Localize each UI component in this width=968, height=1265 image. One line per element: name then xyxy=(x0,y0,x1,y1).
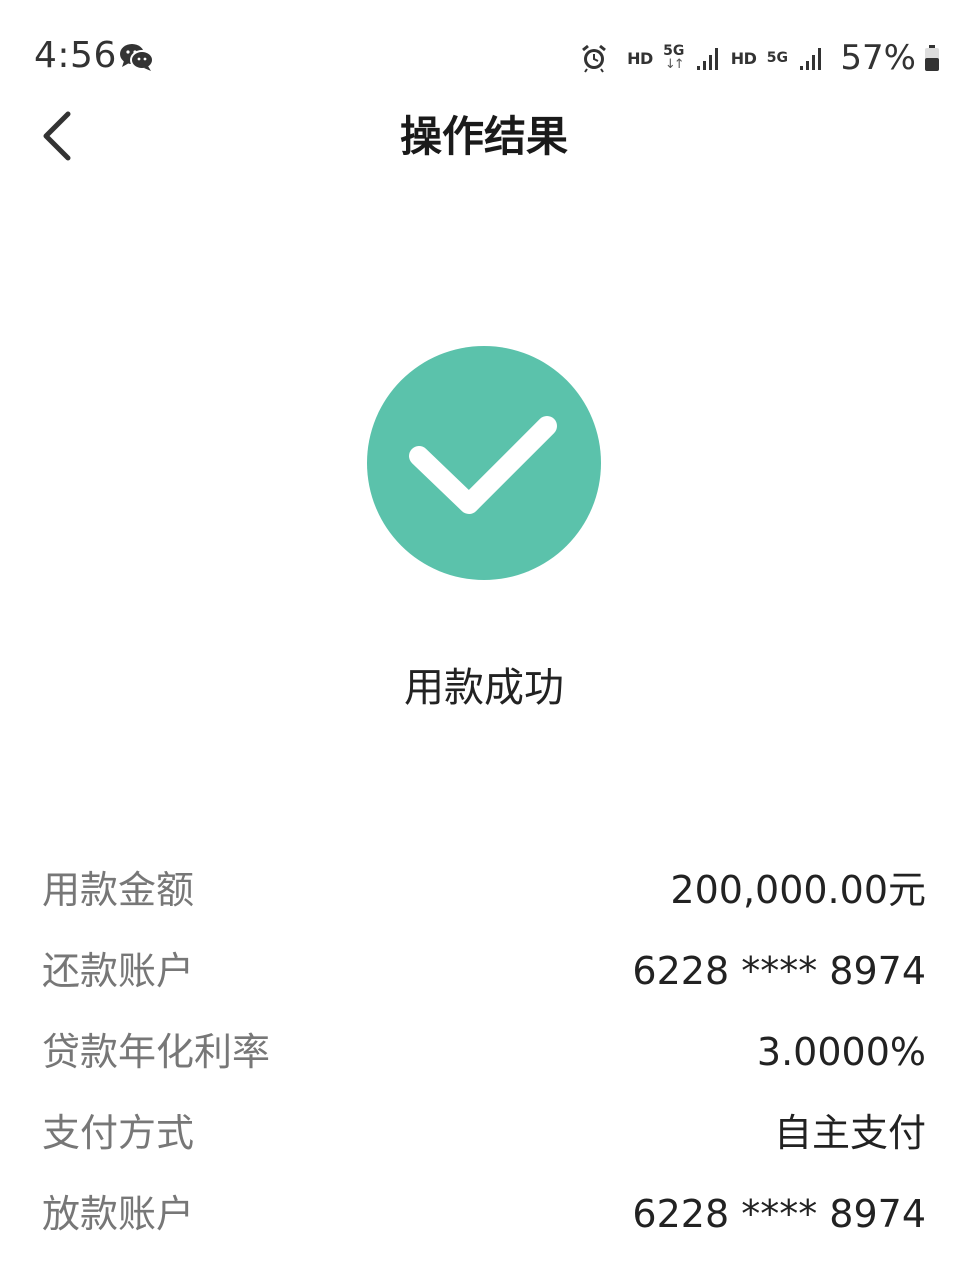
detail-row-repayment-account: 还款账户 6228 **** 8974 xyxy=(42,941,926,1022)
data-activity-arrows: ↓↑ xyxy=(664,57,685,72)
detail-row-amount: 用款金额 200,000.00元 xyxy=(42,860,926,941)
network-5g-indicator-2: 5G xyxy=(764,51,790,65)
detail-row-annual-rate: 贷款年化利率 3.0000% xyxy=(42,1022,926,1103)
checkmark-circle-icon xyxy=(367,346,601,580)
detail-value: 200,000.00元 xyxy=(670,868,926,912)
page-title: 操作结果 xyxy=(399,112,568,161)
detail-label: 还款账户 xyxy=(42,949,195,993)
battery-icon xyxy=(925,45,939,71)
loan-details-list: 用款金额 200,000.00元 还款账户 6228 **** 8974 贷款年… xyxy=(42,860,926,1265)
alarm-icon xyxy=(582,44,607,73)
hd-indicator-1: HD xyxy=(627,48,653,68)
status-time: 4:56 xyxy=(34,35,117,76)
status-bar: 4:56 HD 5G ↓↑ HD 5G 57% xyxy=(0,0,968,110)
detail-value: 自主支付 xyxy=(773,1111,926,1155)
hd-indicator-2: HD xyxy=(730,48,757,68)
navigation-bar: 操作结果 xyxy=(0,96,968,178)
detail-label: 贷款年化利率 xyxy=(42,1030,271,1074)
battery-percentage: 57% xyxy=(840,38,916,78)
detail-value: 6228 **** 8974 xyxy=(632,1192,926,1236)
result-message: 用款成功 xyxy=(404,665,564,711)
status-icons: HD 5G ↓↑ HD 5G 57% xyxy=(579,36,940,80)
signal-strength-icon-2 xyxy=(800,48,822,70)
detail-value: 3.0000% xyxy=(756,1030,926,1074)
detail-row-disbursement-account: 放款账户 6228 **** 8974 xyxy=(42,1184,926,1265)
detail-row-payment-method: 支付方式 自主支付 xyxy=(42,1103,926,1184)
network-type-label-1: 5G xyxy=(663,43,685,59)
detail-value: 6228 **** 8974 xyxy=(632,949,926,993)
network-5g-indicator-1: 5G ↓↑ xyxy=(661,44,687,72)
network-type-label-2: 5G xyxy=(766,50,789,66)
signal-strength-icon-1 xyxy=(696,48,718,70)
detail-label: 放款账户 xyxy=(42,1192,195,1236)
wechat-icon xyxy=(120,44,154,71)
detail-label: 支付方式 xyxy=(42,1111,195,1155)
detail-label: 用款金额 xyxy=(42,868,195,912)
